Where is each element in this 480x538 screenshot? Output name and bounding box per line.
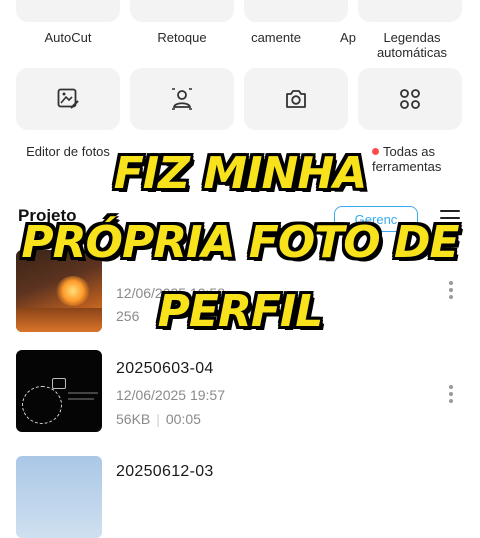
tool-tile-person[interactable] bbox=[130, 68, 234, 130]
camera-icon bbox=[284, 87, 308, 111]
person-cutout-icon bbox=[170, 87, 194, 111]
tool-label-legendas: Legendas automáticas bbox=[376, 30, 448, 60]
project-duration-2: 00:05 bbox=[165, 411, 201, 427]
more-options-icon-2[interactable] bbox=[448, 385, 454, 406]
project-name-3: 20250612-03 bbox=[116, 463, 214, 480]
project-date-2: 12/06/2025 19:57 bbox=[116, 387, 225, 403]
project-thumbnail-3[interactable] bbox=[16, 456, 102, 538]
project-size-2: 56KB bbox=[116, 411, 151, 427]
project-meta-2: 56KB | 00:05 bbox=[116, 411, 201, 427]
overlay-caption-line-2: PRÓPRIA FOTO DE bbox=[21, 217, 459, 268]
tool-tile-autocut[interactable] bbox=[16, 0, 120, 22]
project-thumbnail-2[interactable] bbox=[16, 350, 102, 432]
overlay-caption-line-3: PERFIL bbox=[157, 286, 324, 337]
tool-tile-todas[interactable] bbox=[358, 68, 462, 130]
overlay-caption-line-1: FIZ MINHA bbox=[113, 148, 368, 199]
tool-tile-retoque[interactable] bbox=[130, 0, 234, 22]
tool-label-autocut: AutoCut bbox=[44, 30, 92, 45]
grid-icon bbox=[398, 87, 422, 111]
tool-tile-3[interactable] bbox=[244, 0, 348, 22]
tool-tile-camera[interactable] bbox=[244, 68, 348, 130]
project-name-2: 20250603-04 bbox=[116, 360, 214, 377]
photo-edit-icon bbox=[56, 87, 80, 111]
tool-tile-4[interactable] bbox=[358, 0, 462, 22]
tool-tile-editor-fotos[interactable] bbox=[16, 68, 120, 130]
